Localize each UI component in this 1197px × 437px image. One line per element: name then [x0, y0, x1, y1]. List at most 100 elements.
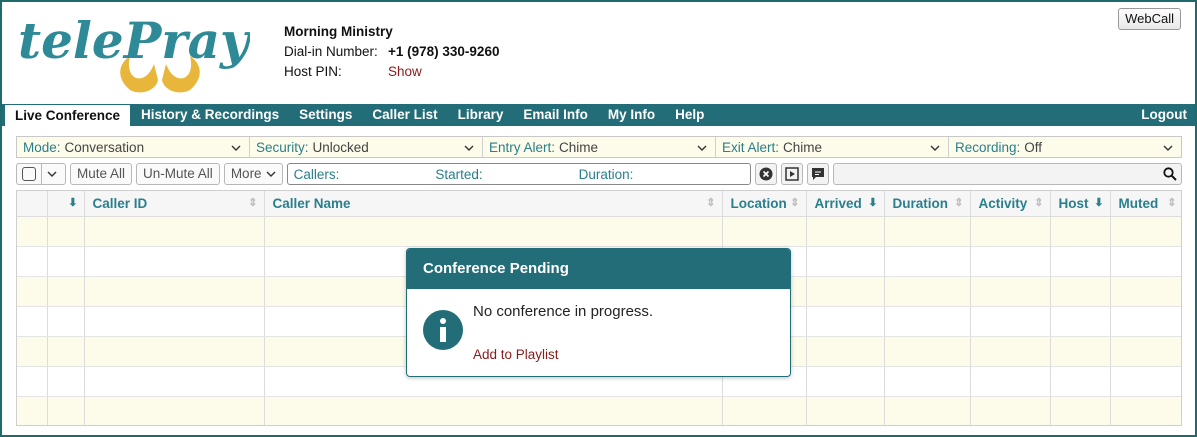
end-conference-button[interactable]: [754, 163, 777, 185]
table-cell: [970, 336, 1051, 367]
recording-select[interactable]: Recording: Off: [949, 137, 1181, 157]
play-button[interactable]: [780, 163, 803, 185]
tab-help[interactable]: Help: [665, 104, 714, 126]
table-cell: [884, 306, 971, 337]
column-header-duration[interactable]: Duration ⇕: [884, 191, 971, 217]
table-cell: [1050, 306, 1111, 337]
table-cell: [970, 306, 1051, 337]
entry-alert-value: Chime: [559, 139, 599, 155]
tab-email-info[interactable]: Email Info: [513, 104, 598, 126]
logo-text: telePray: [18, 11, 250, 70]
table-cell: [84, 366, 265, 397]
table-cell: [722, 396, 807, 425]
conference-name: Morning Ministry: [284, 24, 393, 39]
table-cell: [806, 306, 885, 337]
logout-link[interactable]: Logout: [1141, 104, 1195, 126]
add-to-playlist-link[interactable]: Add to Playlist: [473, 347, 559, 362]
exit-alert-select[interactable]: Exit Alert: Chime: [716, 137, 949, 157]
table-cell: [1110, 276, 1181, 307]
table-cell: [264, 216, 723, 247]
column-header-host[interactable]: Host ⬇: [1050, 191, 1111, 217]
caller-toolbar: Mute All Un-Mute All More Callers: Start…: [16, 163, 1182, 185]
tab-settings[interactable]: Settings: [289, 104, 362, 126]
exit-alert-label: Exit Alert:: [722, 139, 780, 155]
table-cell: [806, 366, 885, 397]
message-icon: [811, 168, 824, 180]
table-cell: [1110, 216, 1181, 247]
select-all-dropdown[interactable]: [16, 163, 66, 185]
column-header-order[interactable]: ⬇: [47, 191, 85, 217]
column-header-muted[interactable]: Muted ⇕: [1110, 191, 1181, 217]
conference-info: Morning Ministry Dial-in Number: +1 (978…: [284, 22, 499, 82]
column-label: Duration: [892, 195, 949, 211]
table-cell: [84, 216, 265, 247]
security-select[interactable]: Security: Unlocked: [250, 137, 483, 157]
chevron-down-icon: [930, 145, 940, 151]
dialog-message: No conference in progress.: [473, 303, 654, 320]
table-cell: [17, 306, 48, 337]
table-cell: [84, 336, 265, 367]
chevron-down-icon: [47, 171, 57, 177]
table-cell: [1110, 336, 1181, 367]
select-all-checkbox[interactable]: [22, 167, 36, 181]
divider: [41, 164, 42, 184]
callers-label: Callers:: [293, 166, 340, 182]
table-cell: [970, 246, 1051, 277]
table-cell: [84, 246, 265, 277]
table-cell: [884, 366, 971, 397]
column-header-activity[interactable]: Activity ⇕: [970, 191, 1051, 217]
table-cell: [806, 396, 885, 425]
search-icon[interactable]: [1163, 167, 1177, 181]
table-cell: [47, 336, 85, 367]
column-label: Host: [1058, 195, 1089, 211]
sort-icon: ⇕: [248, 197, 258, 209]
table-cell: [47, 366, 85, 397]
tab-caller-list[interactable]: Caller List: [362, 104, 447, 126]
table-header-row: ⬇ Caller ID ⇕ Caller Name ⇕ Location ⇕ Arri…: [17, 191, 1181, 217]
play-icon: [784, 167, 799, 181]
table-cell: [1050, 366, 1111, 397]
security-value: Unlocked: [312, 139, 369, 155]
column-header-location[interactable]: Location ⇕: [722, 191, 807, 217]
mute-all-button[interactable]: Mute All: [70, 163, 133, 185]
table-row: [17, 216, 1181, 247]
table-cell: [47, 276, 85, 307]
exit-alert-value: Chime: [783, 139, 823, 155]
search-input[interactable]: [832, 163, 1182, 185]
recording-value: Off: [1024, 139, 1043, 155]
table-cell: [970, 276, 1051, 307]
entry-alert-select[interactable]: Entry Alert: Chime: [483, 137, 716, 157]
table-cell: [84, 396, 265, 425]
table-cell: [806, 276, 885, 307]
table-cell: [1110, 246, 1181, 277]
column-header-arrived[interactable]: Arrived ⬇: [806, 191, 885, 217]
security-label: Security:: [256, 139, 309, 155]
column-header-caller-name[interactable]: Caller Name ⇕: [264, 191, 723, 217]
chat-button[interactable]: [806, 163, 829, 185]
chevron-down-icon: [231, 145, 241, 151]
table-cell: [884, 396, 971, 425]
dial-in-label: Dial-in Number:: [284, 44, 378, 59]
webcall-button[interactable]: WebCall: [1118, 8, 1181, 30]
column-header-caller-id[interactable]: Caller ID ⇕: [84, 191, 265, 217]
more-dropdown[interactable]: More: [223, 163, 283, 185]
tab-library[interactable]: Library: [448, 104, 514, 126]
unmute-all-button[interactable]: Un-Mute All: [136, 163, 220, 185]
host-pin-label: Host PIN:: [284, 64, 342, 79]
tab-history-recordings[interactable]: History & Recordings: [131, 104, 289, 126]
tab-my-info[interactable]: My Info: [598, 104, 665, 126]
table-cell: [1050, 336, 1111, 367]
tab-live-conference[interactable]: Live Conference: [4, 104, 132, 126]
column-label: Location: [730, 195, 787, 211]
sort-down-icon: ⬇: [868, 197, 878, 209]
table-cell: [84, 306, 265, 337]
show-host-pin-link[interactable]: Show: [388, 62, 422, 82]
table-cell: [1050, 396, 1111, 425]
mode-select[interactable]: Mode: Conversation: [17, 137, 250, 157]
table-cell: [47, 306, 85, 337]
table-cell: [970, 396, 1051, 425]
table-cell: [47, 396, 85, 425]
sort-icon: ⇕: [1034, 197, 1044, 209]
column-header-select: [17, 191, 48, 217]
sort-icon: ⇕: [790, 197, 800, 209]
